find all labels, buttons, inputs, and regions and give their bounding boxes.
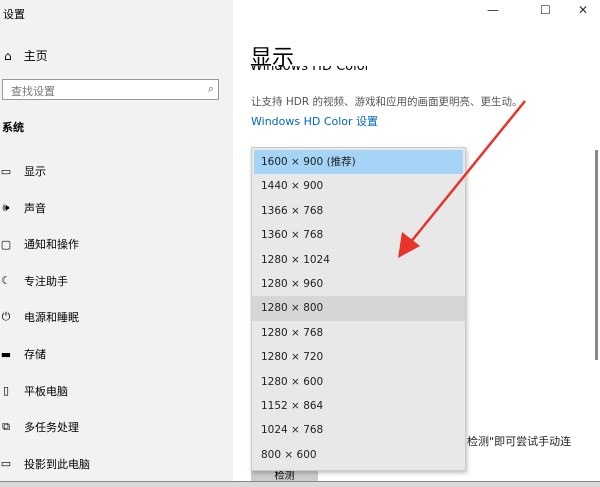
- red-arrow-annotation: [398, 100, 526, 258]
- arrow-shaft: [409, 100, 526, 244]
- window-bottom-edge: [0, 481, 600, 487]
